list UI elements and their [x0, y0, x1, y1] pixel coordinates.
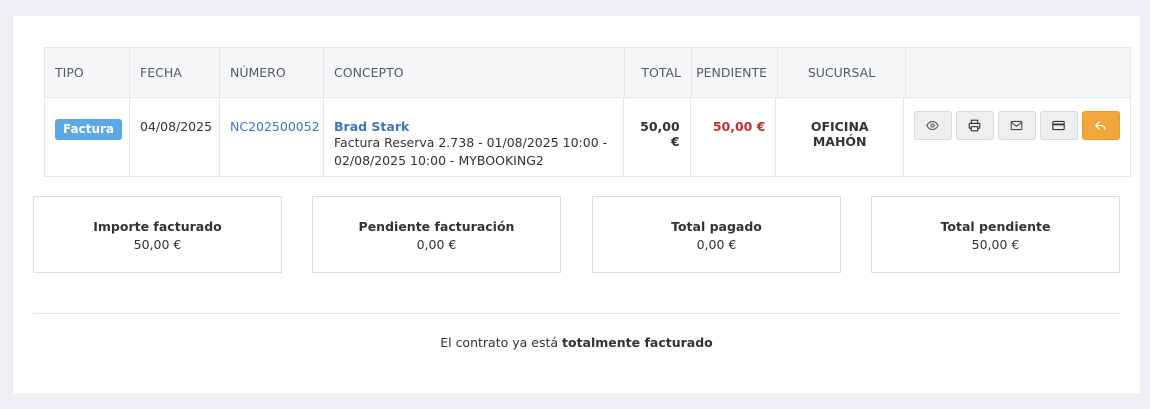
header-pendiente: PENDIENTE	[692, 48, 778, 97]
print-button[interactable]	[955, 111, 994, 140]
summary-value: 50,00 €	[971, 237, 1020, 252]
summary-title: Total pagado	[671, 219, 762, 234]
print-icon	[969, 119, 981, 132]
customer-name-link[interactable]: Brad Stark	[334, 119, 613, 134]
summary-title: Total pendiente	[940, 219, 1051, 234]
cell-tipo: Factura	[45, 98, 130, 176]
summary-importe-facturado: Importe facturado 50,00 €	[33, 196, 282, 273]
cell-total: 50,00 €	[624, 98, 691, 176]
divider	[33, 313, 1120, 314]
type-badge: Factura	[55, 119, 122, 141]
invoices-panel: TIPO FECHA NÚMERO CONCEPTO TOTAL PENDIEN…	[13, 16, 1140, 393]
email-button[interactable]	[997, 111, 1036, 140]
billing-status-message: El contrato ya está totalmente facturado	[13, 335, 1140, 350]
cell-pendiente: 50,00 €	[691, 98, 777, 176]
concept-description: Factura Reserva 2.738 - 01/08/2025 10:00…	[334, 135, 608, 168]
summary-pendiente-facturacion: Pendiente facturación 0,00 €	[312, 196, 561, 273]
header-fecha: FECHA	[130, 48, 220, 97]
cell-numero: NC202500052	[220, 98, 324, 176]
cell-fecha: 04/08/2025	[130, 98, 220, 176]
table-header: TIPO FECHA NÚMERO CONCEPTO TOTAL PENDIEN…	[45, 48, 1130, 98]
summary-value: 0,00 €	[696, 237, 737, 252]
header-numero: NÚMERO	[220, 48, 324, 97]
header-sucursal: SUCURSAL	[778, 48, 906, 97]
reply-button[interactable]	[1081, 111, 1120, 140]
table-row: Factura 04/08/2025 NC202500052 Brad Star…	[45, 98, 1130, 176]
eye-icon	[926, 120, 940, 131]
summary-total-pagado: Total pagado 0,00 €	[592, 196, 841, 273]
header-concepto: CONCEPTO	[324, 48, 625, 97]
cell-actions	[904, 98, 1130, 176]
status-emphasis: totalmente facturado	[562, 335, 713, 350]
cell-concepto: Brad Stark Factura Reserva 2.738 - 01/08…	[324, 98, 624, 176]
cell-sucursal: OFICINA MAHÓN	[776, 98, 904, 176]
view-button[interactable]	[913, 111, 952, 140]
payment-button[interactable]	[1039, 111, 1078, 140]
summary-value: 0,00 €	[416, 237, 457, 252]
summary-title: Pendiente facturación	[358, 219, 515, 234]
header-tipo: TIPO	[45, 48, 130, 97]
summary-value: 50,00 €	[133, 237, 182, 252]
header-actions	[906, 48, 1130, 97]
credit-card-icon	[1052, 120, 1066, 131]
invoice-number-link[interactable]: NC202500052	[230, 119, 320, 134]
header-total: TOTAL	[625, 48, 692, 97]
summary-total-pendiente: Total pendiente 50,00 €	[871, 196, 1120, 273]
status-text: El contrato ya está	[440, 335, 562, 350]
reply-icon	[1095, 121, 1107, 131]
invoices-table: TIPO FECHA NÚMERO CONCEPTO TOTAL PENDIEN…	[44, 47, 1131, 177]
summary-title: Importe facturado	[93, 219, 222, 234]
mail-icon	[1011, 120, 1023, 131]
